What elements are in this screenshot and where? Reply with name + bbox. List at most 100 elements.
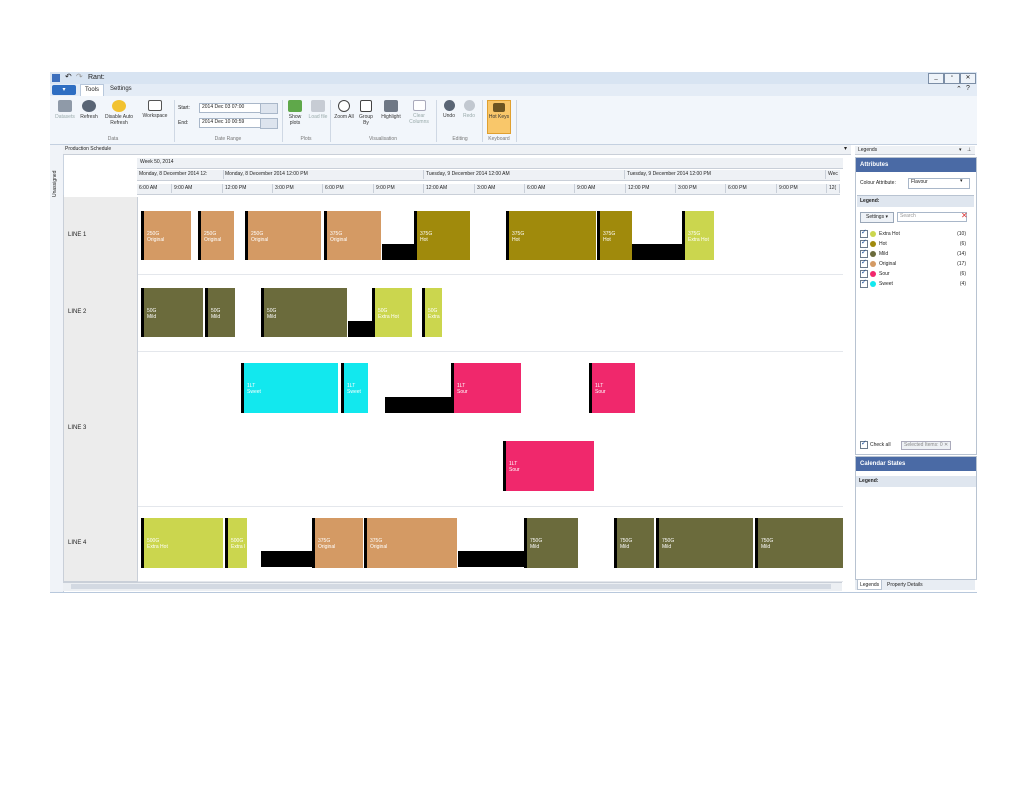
check-all-checkbox[interactable] bbox=[860, 439, 868, 449]
legend-item[interactable]: Sweet (4) bbox=[860, 278, 972, 289]
color-swatch-icon bbox=[870, 270, 876, 277]
legend-checkbox[interactable] bbox=[860, 268, 868, 278]
schedule-bar[interactable]: 50G Extra Hot bbox=[372, 288, 412, 337]
legend-item-name: Extra Hot bbox=[879, 231, 900, 237]
line-label[interactable]: LINE 1 bbox=[64, 197, 138, 275]
schedule-bar[interactable]: 1LT Sour bbox=[589, 363, 635, 413]
legend-item[interactable]: Sour (6) bbox=[860, 268, 972, 279]
schedule-bar[interactable]: 375G Hot bbox=[506, 211, 596, 260]
changeover-block[interactable] bbox=[261, 551, 312, 567]
schedule-bar[interactable]: 1LT Sour bbox=[451, 363, 521, 413]
close-button[interactable]: ✕ bbox=[960, 73, 976, 84]
schedule-bar[interactable]: 375G Original bbox=[324, 211, 381, 260]
scrollbar-thumb[interactable] bbox=[71, 584, 831, 589]
schedule-bar[interactable]: 500G Extra Hot bbox=[141, 518, 223, 568]
schedule-bar[interactable]: 50G Mild bbox=[205, 288, 235, 337]
color-swatch-icon bbox=[870, 240, 876, 247]
file-menu-button[interactable]: ▾ bbox=[52, 85, 76, 95]
schedule-bar[interactable]: 1LT Sweet bbox=[341, 363, 368, 413]
schedule-bar[interactable]: 750G Mild bbox=[524, 518, 578, 568]
legend-item[interactable]: Original (17) bbox=[860, 258, 972, 269]
tab-tools[interactable]: Tools bbox=[80, 84, 105, 96]
line-label[interactable]: LINE 2 bbox=[64, 274, 138, 352]
schedule-bar[interactable]: 750G Mild bbox=[755, 518, 843, 568]
tab-property-details[interactable]: Property Details bbox=[885, 580, 925, 590]
legend-item[interactable]: Mild (14) bbox=[860, 248, 972, 259]
schedule-bar[interactable]: 250G Original bbox=[198, 211, 234, 260]
clear-columns-button[interactable]: Clear Columns bbox=[406, 100, 432, 125]
legend-checkbox[interactable] bbox=[860, 238, 868, 248]
highlight-icon bbox=[384, 100, 398, 112]
start-date-input[interactable]: 2014 Dec 03 07:00 bbox=[199, 103, 261, 113]
pin-icon[interactable]: ▾ bbox=[844, 145, 847, 152]
schedule-bar[interactable]: 375G Hot bbox=[414, 211, 470, 260]
hot-keys-button[interactable]: Hot Keys bbox=[487, 100, 511, 134]
redo-button[interactable]: Redo bbox=[460, 100, 478, 119]
day-header-row: Monday, 8 December 2014 12: Monday, 8 De… bbox=[137, 170, 840, 181]
collapse-ribbon-icon[interactable]: ⌃ bbox=[956, 85, 962, 93]
tab-legends[interactable]: Legends bbox=[857, 580, 883, 590]
settings-button[interactable]: Settings ▾ bbox=[860, 212, 894, 223]
changeover-block[interactable] bbox=[382, 244, 414, 260]
disable-auto-refresh-button[interactable]: Disable Auto Refresh bbox=[102, 100, 136, 126]
changeover-block[interactable] bbox=[458, 551, 524, 567]
datasets-button[interactable]: Datasets bbox=[54, 100, 76, 120]
schedule-bar[interactable]: 50G Extra bbox=[422, 288, 442, 337]
end-spinner[interactable] bbox=[260, 118, 278, 129]
end-date-input[interactable]: 2014 Dec 10 00:59 bbox=[199, 118, 261, 128]
changeover-block[interactable] bbox=[632, 244, 682, 260]
bar-flavour: Mild bbox=[761, 544, 771, 550]
workspace-button[interactable]: Workspace bbox=[140, 100, 170, 119]
schedule-bar[interactable]: 1LT Sour bbox=[503, 441, 594, 491]
bar-size: 50G bbox=[428, 307, 438, 314]
unassigned-label: Unassigned bbox=[52, 170, 58, 197]
legend-checkbox[interactable] bbox=[860, 278, 868, 288]
clear-search-icon[interactable]: ✕ bbox=[961, 211, 968, 220]
schedule-bar[interactable]: 250G Original bbox=[141, 211, 191, 260]
chevron-down-icon: ▾ bbox=[959, 147, 962, 153]
unassigned-side-tab[interactable]: Unassigned bbox=[50, 145, 64, 592]
restore-button[interactable]: ▫ bbox=[944, 73, 960, 84]
group-by-button[interactable]: Group By bbox=[356, 100, 376, 126]
legends-dropdown[interactable]: Legends ▾ ⊥ bbox=[855, 146, 975, 155]
legend-search-input[interactable]: Search bbox=[897, 212, 967, 222]
start-spinner[interactable] bbox=[260, 103, 278, 114]
load-file-button[interactable]: Load file bbox=[308, 100, 328, 120]
schedule-bar[interactable]: 500G Extra I bbox=[225, 518, 247, 568]
legend-checkbox[interactable] bbox=[860, 258, 868, 268]
bar-flavour: Mild bbox=[662, 544, 672, 550]
changeover-block[interactable] bbox=[385, 397, 451, 413]
schedule-bar[interactable]: 375G Original bbox=[364, 518, 457, 568]
row-separator bbox=[138, 351, 843, 352]
schedule-bar[interactable]: 1LT Sweet bbox=[241, 363, 338, 413]
refresh-button[interactable]: Refresh bbox=[78, 100, 100, 120]
bar-flavour: Sour bbox=[595, 389, 606, 395]
horizontal-scrollbar[interactable] bbox=[63, 582, 842, 591]
legend-item[interactable]: Extra Hot (10) bbox=[860, 228, 972, 239]
pin-icon[interactable]: ⊥ bbox=[967, 146, 971, 154]
legend-checkbox[interactable] bbox=[860, 228, 868, 238]
legend-item[interactable]: Hot (6) bbox=[860, 238, 972, 249]
schedule-bar[interactable]: 750G Mild bbox=[656, 518, 753, 568]
schedule-bar[interactable]: 50G Mild bbox=[141, 288, 203, 337]
line-label[interactable]: LINE 4 bbox=[64, 506, 138, 582]
schedule-bar[interactable]: 375G Original bbox=[312, 518, 363, 568]
schedule-bar[interactable]: 50G Mild bbox=[261, 288, 347, 337]
tab-settings[interactable]: Settings bbox=[106, 84, 136, 95]
redo-quick-icon[interactable]: ↷ bbox=[76, 72, 83, 81]
schedule-bar[interactable]: 750G Mild bbox=[614, 518, 654, 568]
line-label[interactable]: LINE 3 bbox=[64, 351, 138, 507]
schedule-bar[interactable]: 375G Extra Hot bbox=[682, 211, 714, 260]
minimize-button[interactable]: _ bbox=[928, 73, 944, 84]
schedule-bar[interactable]: 250G Original bbox=[245, 211, 321, 260]
undo-quick-icon[interactable]: ↶ bbox=[65, 72, 72, 81]
help-icon[interactable]: ? bbox=[966, 85, 970, 92]
highlight-button[interactable]: Highlight bbox=[378, 100, 404, 120]
show-plots-button[interactable]: Show plots bbox=[284, 100, 306, 126]
changeover-block[interactable] bbox=[348, 321, 372, 337]
undo-button[interactable]: Undo bbox=[440, 100, 458, 119]
separator bbox=[330, 100, 331, 142]
zoom-all-button[interactable]: Zoom All bbox=[334, 100, 354, 120]
legend-checkbox[interactable] bbox=[860, 248, 868, 258]
schedule-bar[interactable]: 375G Hot bbox=[597, 211, 632, 260]
